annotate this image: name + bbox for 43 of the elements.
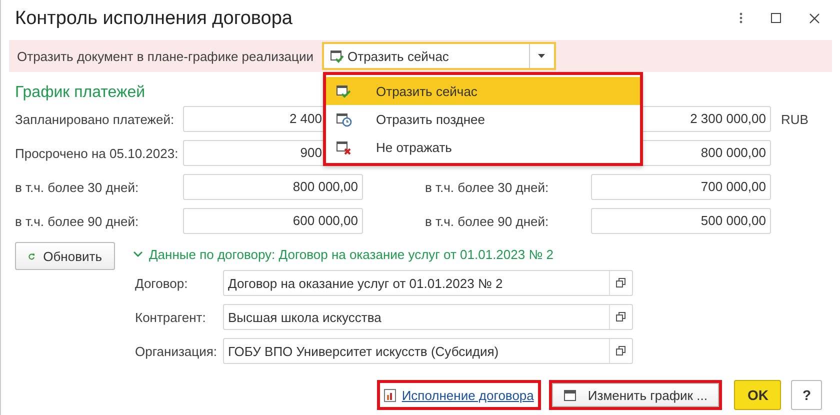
select-value: Отразить сейчас <box>348 48 450 64</box>
section-toggle[interactable]: Данные по договору: Договор на оказание услуг от 01.01.2023 № 2 <box>133 246 633 262</box>
input-field[interactable]: ГОБУ ВПО Университет искусств (Субсидия) <box>223 338 633 364</box>
amount-field[interactable]: 500 000,00 <box>591 208 771 234</box>
open-icon[interactable] <box>616 312 626 322</box>
close-icon[interactable] <box>809 12 820 24</box>
calendar-check-icon <box>336 84 352 98</box>
field-label: Контрагент: <box>134 310 207 324</box>
field-label: в т.ч. более 30 дней: <box>424 180 550 194</box>
refresh-button[interactable]: Обновить <box>15 242 115 270</box>
field-label: в т.ч. более 90 дней: <box>424 214 550 228</box>
contract-link[interactable]: Исполнение договора <box>376 380 541 410</box>
ok-button[interactable]: OK <box>734 380 782 410</box>
open-icon[interactable] <box>616 278 626 288</box>
field-label: Договор: <box>134 276 189 290</box>
maximize-icon[interactable] <box>771 13 781 23</box>
field-label: Просрочено на 05.10.2023: <box>15 146 180 160</box>
currency-label: RUB <box>780 112 810 126</box>
amount-field[interactable]: 800 000,00 <box>183 174 363 200</box>
reflect-label: Отразить документ в плане-графике реализации <box>17 48 314 64</box>
calendar-clock-icon <box>336 112 352 126</box>
input-field[interactable]: Договор на оказание услуг от 01.01.2023 № 2 <box>223 270 633 296</box>
reflect-select[interactable]: Отразить сейчас <box>322 42 556 70</box>
field-label: в т.ч. более 30 дней: <box>15 180 140 194</box>
section-title: График платежей <box>15 84 146 102</box>
amount-field[interactable]: 600 000,00 <box>183 208 363 234</box>
menu-item[interactable]: Отразить сейчас <box>326 77 640 105</box>
open-icon[interactable] <box>616 346 626 356</box>
field-label: в т.ч. более 90 дней: <box>15 214 140 228</box>
input-field[interactable]: Высшая школа искусства <box>223 304 633 330</box>
field-label: Запланировано платежей: <box>15 112 176 126</box>
amount-field[interactable]: 700 000,00 <box>591 174 771 200</box>
calendar-check-icon <box>330 49 344 63</box>
more-icon[interactable] <box>739 12 743 24</box>
calendar-cross-icon <box>336 140 352 154</box>
field-label: Организация: <box>134 344 218 358</box>
caret-icon[interactable] <box>538 54 545 58</box>
calendar-icon <box>564 389 576 401</box>
help-button[interactable]: ? <box>791 380 822 410</box>
report-icon <box>384 388 396 402</box>
chevron-icon <box>133 250 143 258</box>
window-title: Контроль исполнения договора <box>15 7 294 30</box>
change-schedule-button[interactable]: Изменить график ... <box>548 380 722 410</box>
